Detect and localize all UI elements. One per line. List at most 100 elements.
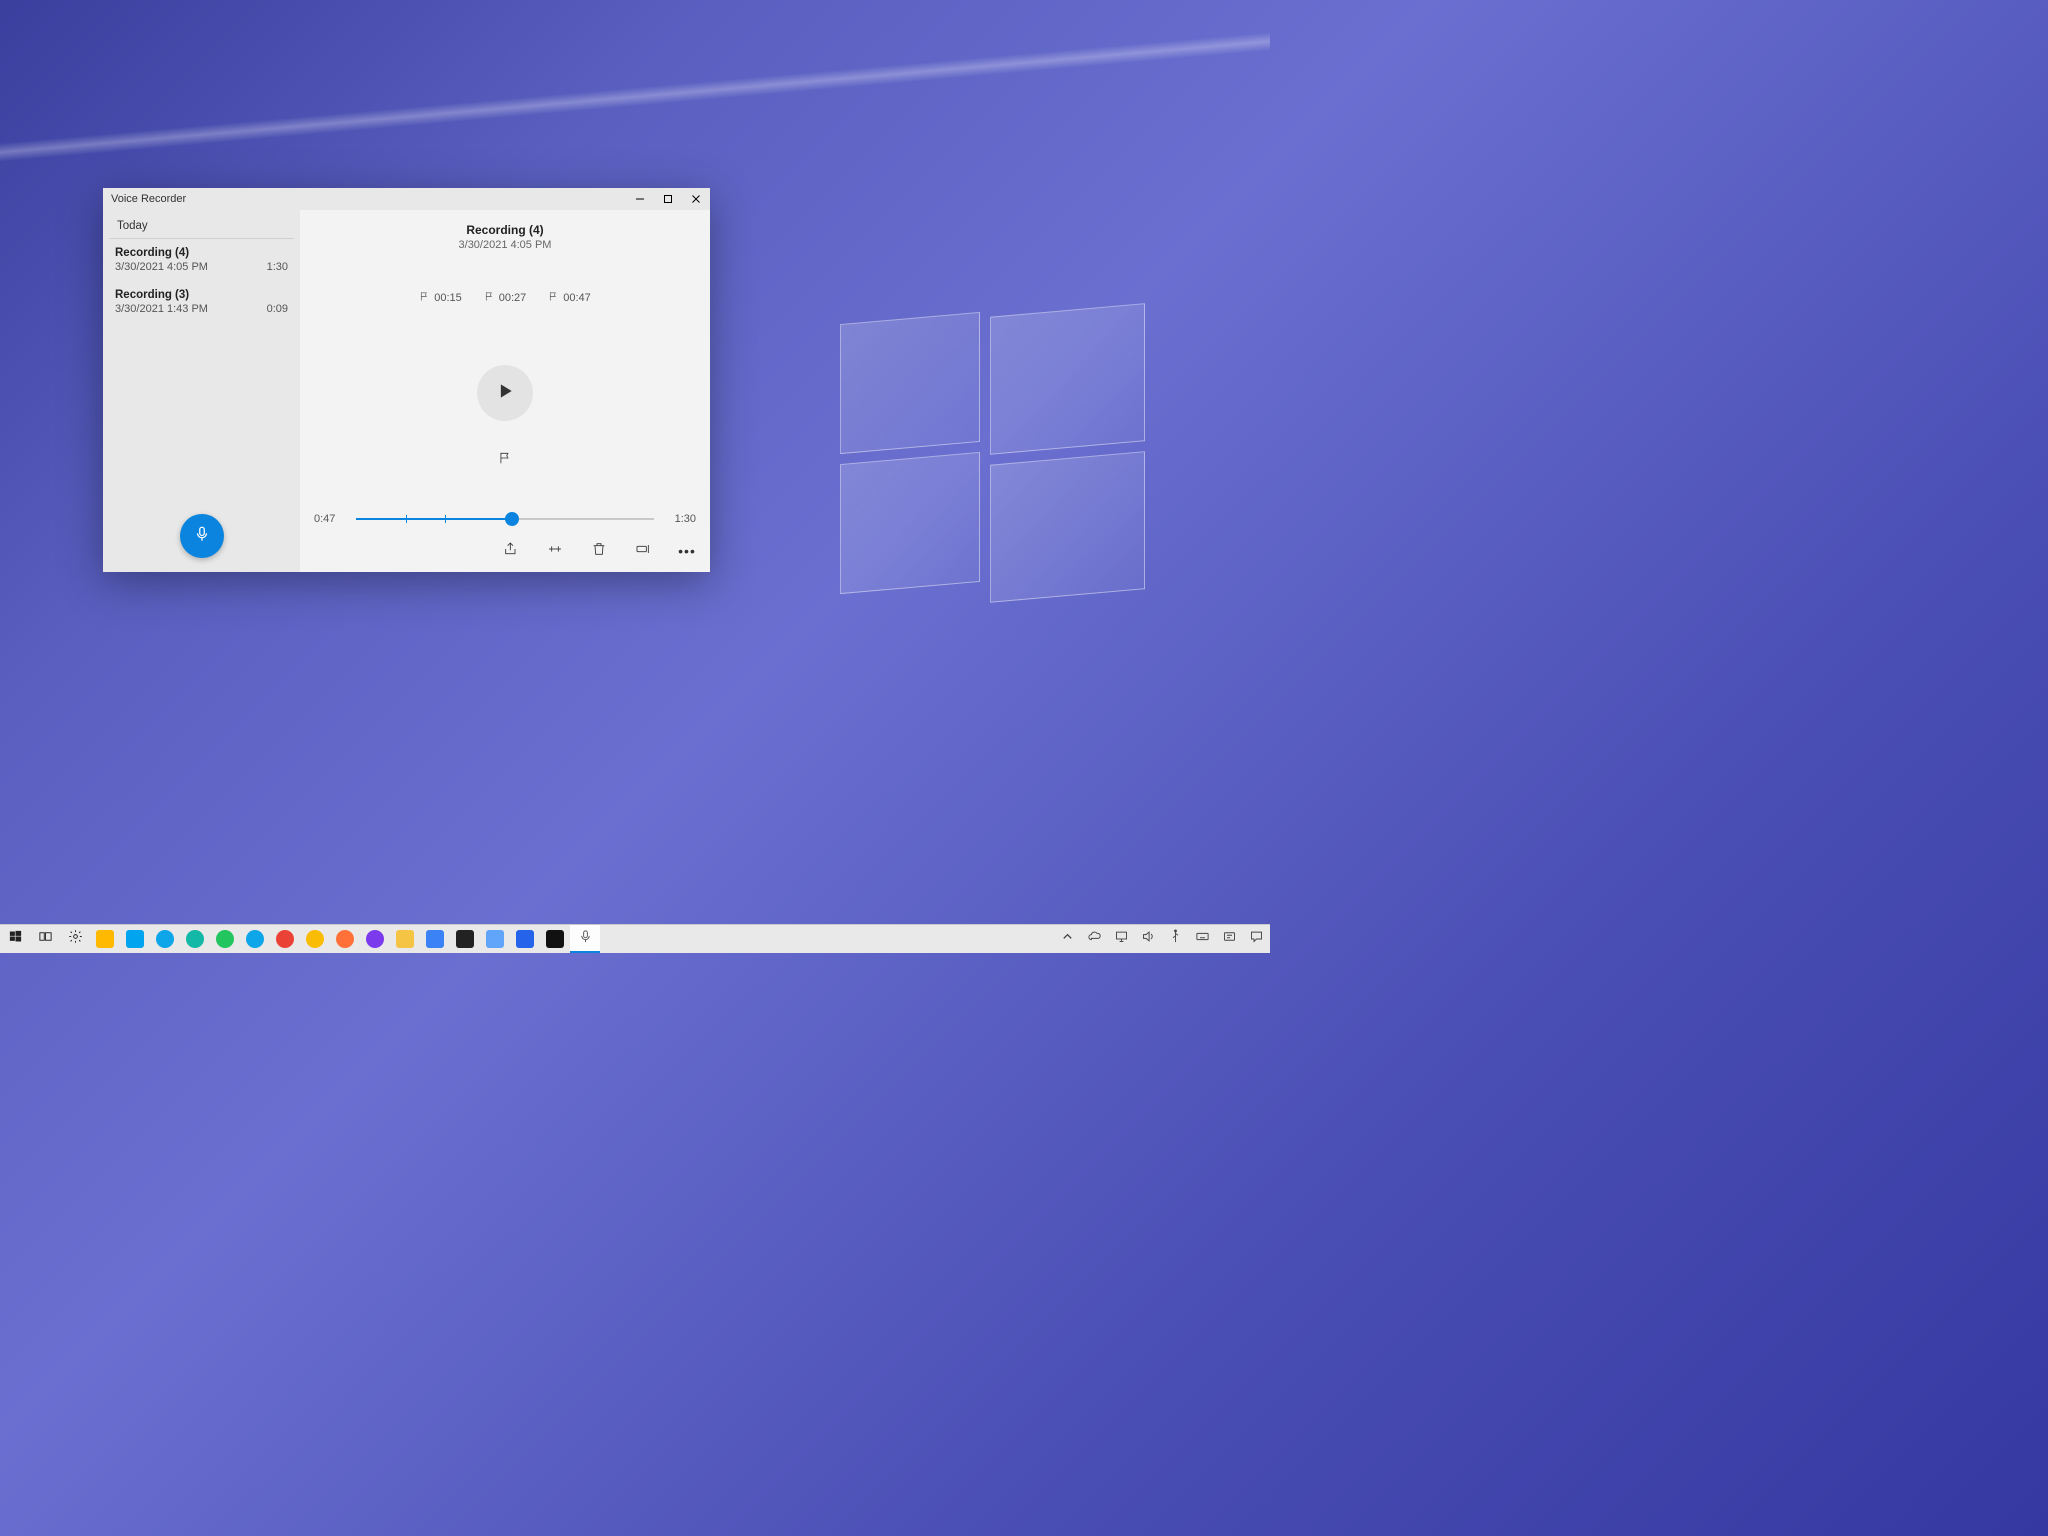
taskbar-app-voice-recorder[interactable] [570, 925, 600, 953]
taskbar-app-edge-canary[interactable] [240, 925, 270, 953]
recording-list-item[interactable]: Recording (3)3/30/2021 1:43 PM0:09 [103, 281, 300, 323]
recording-duration: 0:09 [267, 303, 288, 315]
timeline-tick [512, 515, 513, 523]
taskbar-app-cmd[interactable] [540, 925, 570, 953]
recording-date: 3/30/2021 4:05 PM [459, 239, 552, 251]
chevron-up-icon [1060, 929, 1075, 949]
taskbar-app-terminal[interactable] [450, 925, 480, 953]
recordings-sidebar: Today Recording (4)3/30/2021 4:05 PM1:30… [103, 210, 300, 572]
rename-icon [635, 541, 651, 562]
taskbar-app-chrome-canary[interactable] [300, 925, 330, 953]
elapsed-time: 0:47 [314, 513, 344, 525]
edge-canary-icon [246, 930, 264, 948]
taskbar-app-settings[interactable] [60, 925, 90, 953]
trim-button[interactable] [546, 542, 564, 560]
chrome-icon [276, 930, 294, 948]
firefox-dev-icon [366, 930, 384, 948]
add-marker-button[interactable] [498, 451, 512, 470]
total-time: 1:30 [666, 513, 696, 525]
share-icon [503, 541, 519, 562]
marker-time: 00:15 [434, 292, 462, 304]
more-button[interactable]: ••• [678, 542, 696, 560]
taskbar-app-edge[interactable] [150, 925, 180, 953]
taskbar-app-task-view[interactable] [30, 925, 60, 953]
share-button[interactable] [502, 542, 520, 560]
recording-list: Recording (4)3/30/2021 4:05 PM1:30Record… [103, 239, 300, 514]
mail-icon [426, 930, 444, 948]
seek-track[interactable] [356, 512, 654, 526]
maximize-button[interactable] [654, 188, 682, 210]
play-button[interactable] [477, 365, 533, 421]
flag-icon [419, 291, 430, 305]
flag-icon [484, 291, 495, 305]
taskbar-app-store[interactable] [90, 925, 120, 953]
tray-onedrive[interactable] [1087, 932, 1102, 947]
usb-icon [1168, 929, 1183, 949]
keyboard-icon [1195, 929, 1210, 949]
tray-network[interactable] [1114, 932, 1129, 947]
timeline-tick [406, 515, 407, 523]
cmd-icon [546, 930, 564, 948]
taskbar-app-firefox[interactable] [330, 925, 360, 953]
recording-list-item[interactable]: Recording (4)3/30/2021 4:05 PM1:30 [103, 239, 300, 281]
recording-name: Recording (3) [115, 289, 189, 301]
marker-chip[interactable]: 00:15 [419, 291, 462, 305]
phone-icon [126, 930, 144, 948]
marker-list: 00:15 00:27 00:47 [419, 291, 591, 305]
edge-icon [156, 930, 174, 948]
flag-icon [498, 452, 512, 469]
microphone-icon [193, 525, 211, 548]
tray-chevron-up[interactable] [1060, 932, 1075, 947]
recording-detail-pane: Recording (4) 3/30/2021 4:05 PM 00:1500:… [300, 210, 710, 572]
tray-ime[interactable] [1222, 932, 1237, 947]
taskbar-app-app1[interactable] [480, 925, 510, 953]
recording-duration: 1:30 [267, 261, 288, 273]
minimize-button[interactable] [626, 188, 654, 210]
taskbar-app-edge-dev[interactable] [180, 925, 210, 953]
wallpaper-light-streak [0, 0, 1270, 200]
tray-action-center[interactable] [1249, 932, 1264, 947]
edge-dev-icon [186, 930, 204, 948]
taskbar-app-phone[interactable] [120, 925, 150, 953]
taskbar-app-edge-beta[interactable] [210, 925, 240, 953]
trash-icon [591, 541, 607, 562]
recording-title: Recording (4) [466, 223, 543, 237]
trim-icon [547, 541, 563, 562]
tray-keyboard[interactable] [1195, 932, 1210, 947]
marker-time: 00:27 [499, 292, 527, 304]
chrome-canary-icon [306, 930, 324, 948]
explorer-icon [396, 930, 414, 948]
flag-icon [548, 291, 559, 305]
window-title: Voice Recorder [103, 193, 626, 205]
volume-icon [1141, 929, 1156, 949]
timeline-tick [445, 515, 446, 523]
delete-button[interactable] [590, 542, 608, 560]
record-button[interactable] [180, 514, 224, 558]
taskbar-app-photos[interactable] [510, 925, 540, 953]
onedrive-icon [1087, 929, 1102, 949]
action-center-icon [1249, 929, 1264, 949]
tray-usb[interactable] [1168, 932, 1183, 947]
voice-recorder-icon [578, 929, 593, 949]
ellipsis-icon: ••• [678, 544, 696, 558]
titlebar[interactable]: Voice Recorder [103, 188, 710, 210]
marker-chip[interactable]: 00:47 [548, 291, 591, 305]
firefox-icon [336, 930, 354, 948]
taskbar-app-mail[interactable] [420, 925, 450, 953]
settings-icon [68, 929, 83, 949]
photos-icon [516, 930, 534, 948]
tray-volume[interactable] [1141, 932, 1156, 947]
app1-icon [486, 930, 504, 948]
close-button[interactable] [682, 188, 710, 210]
taskbar-app-explorer[interactable] [390, 925, 420, 953]
taskbar-app-firefox-dev[interactable] [360, 925, 390, 953]
taskbar-app-chrome[interactable] [270, 925, 300, 953]
store-icon [96, 930, 114, 948]
section-header-today: Today [109, 210, 294, 239]
network-icon [1114, 929, 1129, 949]
marker-chip[interactable]: 00:27 [484, 291, 527, 305]
rename-button[interactable] [634, 542, 652, 560]
task-view-icon [38, 929, 53, 949]
taskbar-app-start[interactable] [0, 925, 30, 953]
ime-icon [1222, 929, 1237, 949]
